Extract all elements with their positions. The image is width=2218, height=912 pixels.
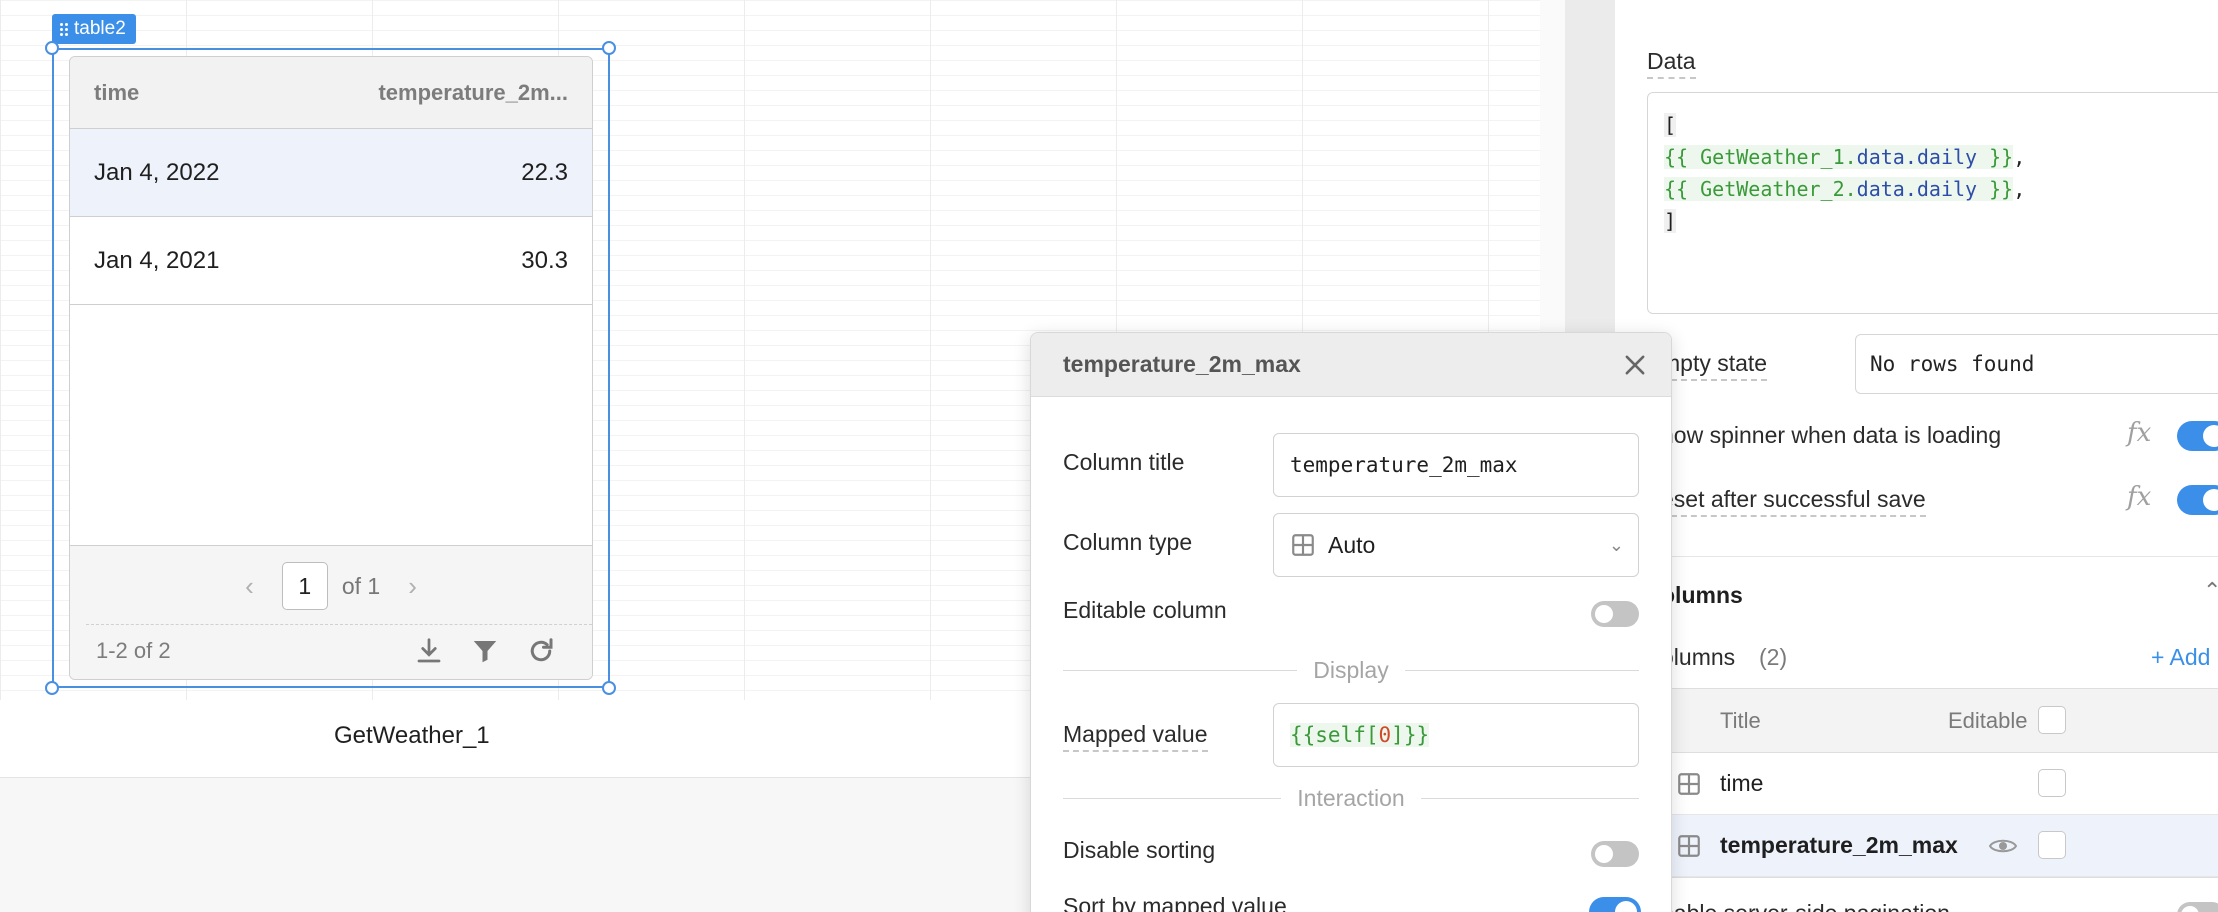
spinner-label: how spinner when data is loading — [1661, 422, 2002, 448]
mapped-value-label: Mapped value — [1063, 721, 1208, 752]
code-expr-2: {{ GetWeather_2. — [1664, 177, 1857, 201]
reset-label: eset after successful save — [1661, 486, 1926, 517]
code-close-bracket: ] — [1664, 209, 1677, 233]
component-tag-label: table2 — [74, 18, 126, 39]
cols-header-title: Title — [1720, 707, 1761, 733]
columns-section-title[interactable]: olumns — [1661, 582, 1743, 609]
sort-mapped-toggle[interactable] — [1589, 897, 1641, 912]
sort-mapped-label: Sort by mapped value — [1063, 893, 1287, 912]
prev-page-icon[interactable]: ‹ — [231, 571, 268, 602]
grid-icon — [1678, 772, 1700, 795]
disable-sorting-toggle[interactable] — [1591, 841, 1639, 867]
code-expr-1: {{ GetWeather_1. — [1664, 145, 1857, 169]
popover-header: temperature_2m_max — [1031, 333, 1671, 397]
grid-icon — [1292, 534, 1314, 556]
cell-time: Jan 4, 2022 — [94, 158, 220, 186]
table-row[interactable]: Jan 4, 2021 30.3 — [70, 217, 592, 305]
columns-table-header: Title Editable — [1648, 689, 2218, 753]
columns-count: (2) — [1759, 644, 1788, 670]
popover-title: temperature_2m_max — [1063, 351, 1301, 377]
footer-divider — [86, 624, 592, 625]
code-close-1: }} — [1977, 145, 2014, 169]
inspector-panel: Data [ {{ GetWeather_1.data.daily }}, {{… — [1615, 0, 2218, 912]
grid-icon — [1678, 834, 1700, 857]
drag-handle-icon[interactable] — [60, 22, 68, 36]
display-section-divider: Display — [1063, 655, 1639, 685]
empty-state-label: mpty state — [1661, 350, 1768, 381]
server-pagination-label: nable server-side pagination — [1661, 900, 1950, 912]
refresh-icon[interactable] — [526, 636, 556, 666]
cell-value: 22.3 — [521, 158, 568, 186]
data-code-editor[interactable]: [ {{ GetWeather_1.data.daily }}, {{ GetW… — [1647, 92, 2218, 314]
spinner-toggle[interactable] — [2177, 421, 2218, 451]
resize-handle-bottom-left[interactable] — [45, 681, 59, 695]
column-type-label: Column type — [1063, 529, 1193, 555]
data-table[interactable]: time temperature_2m... Jan 4, 2022 22.3 … — [69, 56, 593, 680]
header-time[interactable]: time — [94, 80, 368, 106]
code-comma-2: , — [2013, 177, 2026, 201]
editable-column-label: Editable column — [1063, 597, 1227, 623]
code-close-2: }} — [1977, 177, 2014, 201]
column-name: time — [1720, 770, 1764, 796]
add-column-button[interactable]: + Add — [2151, 644, 2210, 671]
code-open-bracket: [ — [1664, 113, 1677, 137]
editable-all-checkbox[interactable] — [2038, 706, 2066, 734]
editable-column-toggle[interactable] — [1591, 601, 1639, 627]
columns-list-label: olumns — [1661, 644, 1736, 670]
table-toolbar — [414, 636, 556, 666]
page-input[interactable]: 1 — [281, 562, 328, 610]
page-total: of 1 — [341, 572, 381, 599]
code-prop-1: data.daily — [1856, 145, 1978, 169]
resize-handle-top-right[interactable] — [602, 41, 616, 55]
code-comma-1: , — [2013, 145, 2026, 169]
column-row-time[interactable]: time — [1648, 753, 2218, 815]
cell-time: Jan 4, 2021 — [94, 246, 220, 274]
column-name: temperature_2m_max — [1720, 832, 1958, 858]
column-row-temperature[interactable]: temperature_2m_max — [1648, 815, 2218, 877]
close-icon[interactable] — [1621, 351, 1649, 379]
filter-icon[interactable] — [470, 636, 500, 666]
component-label: GetWeather_1 — [334, 722, 490, 749]
next-page-icon[interactable]: › — [394, 571, 431, 602]
interaction-section-divider: Interaction — [1063, 783, 1639, 813]
column-title-input[interactable]: temperature_2m_max — [1273, 433, 1639, 497]
column-type-select[interactable]: Auto ⌄ — [1273, 513, 1639, 577]
editable-checkbox[interactable] — [2038, 769, 2066, 797]
column-title-label: Column title — [1063, 449, 1185, 475]
data-label: Data — [1647, 48, 1696, 79]
resize-handle-bottom-right[interactable] — [602, 681, 616, 695]
chevron-down-icon: ⌄ — [1608, 534, 1624, 555]
component-tag[interactable]: table2 — [52, 14, 136, 44]
resize-handle-top-left[interactable] — [45, 41, 59, 55]
editable-checkbox[interactable] — [2038, 831, 2066, 859]
mapped-index: 0 — [1378, 723, 1392, 747]
cols-header-editable: Editable — [1948, 707, 2028, 733]
download-icon[interactable] — [414, 636, 444, 666]
mapped-open: {{self[ — [1290, 723, 1379, 747]
chevron-up-icon[interactable]: ⌃ — [2203, 578, 2218, 604]
eye-icon[interactable] — [1988, 834, 2018, 858]
empty-state-input[interactable]: No rows found — [1855, 334, 2218, 394]
disable-sorting-label: Disable sorting — [1063, 837, 1216, 863]
display-section-label: Display — [1313, 656, 1389, 683]
section-divider — [1615, 556, 2218, 557]
header-temperature[interactable]: temperature_2m... — [368, 80, 568, 106]
interaction-section-label: Interaction — [1297, 784, 1405, 811]
column-type-value: Auto — [1328, 531, 1376, 558]
code-prop-2: data.daily — [1856, 177, 1978, 201]
mapped-close: ]}} — [1391, 723, 1430, 747]
server-pagination-toggle[interactable] — [2177, 902, 2218, 912]
fx-icon[interactable]: fx — [2127, 482, 2151, 512]
table-header: time temperature_2m... — [70, 57, 592, 129]
pagination: ‹ 1 of 1 › — [70, 562, 592, 610]
row-count: 1-2 of 2 — [96, 638, 171, 663]
columns-table: Title Editable time temperature_2m_max — [1647, 688, 2218, 878]
cell-value: 30.3 — [521, 246, 568, 274]
mapped-value-input[interactable]: {{self[0]}} — [1273, 703, 1639, 767]
table-row[interactable]: Jan 4, 2022 22.3 — [70, 129, 592, 217]
table-footer: ‹ 1 of 1 › 1-2 of 2 — [70, 545, 592, 679]
reset-toggle[interactable] — [2177, 485, 2218, 515]
column-popover: temperature_2m_max Column title temperat… — [1030, 332, 1672, 912]
fx-icon[interactable]: fx — [2127, 418, 2151, 448]
